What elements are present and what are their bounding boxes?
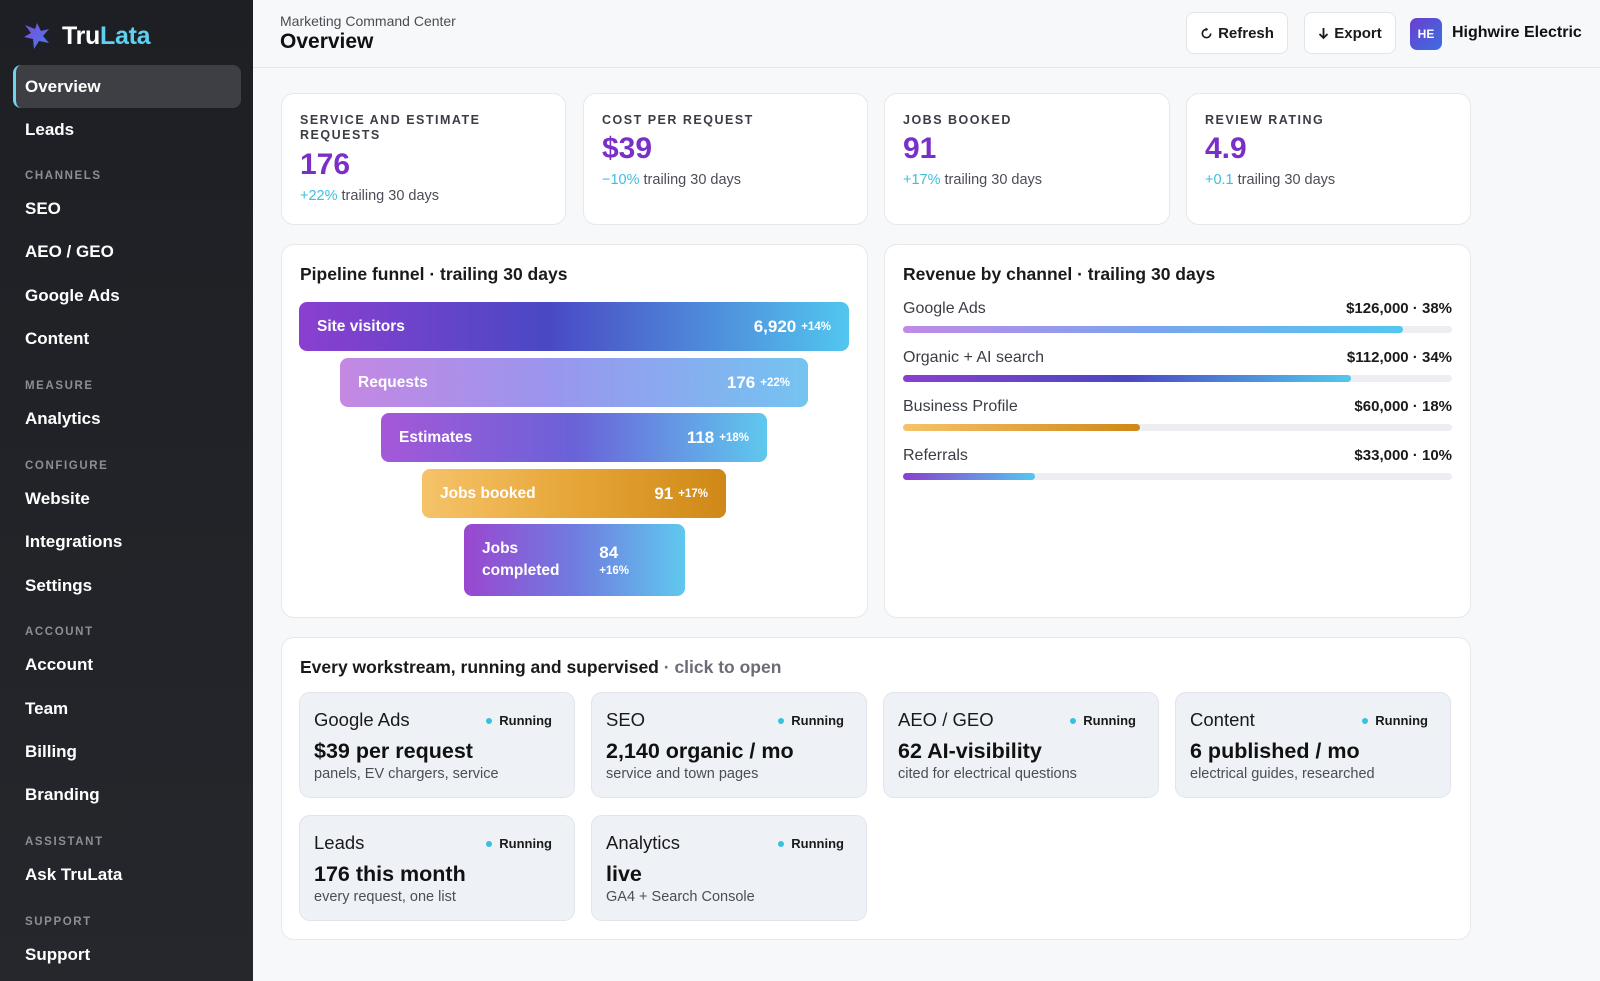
status-badge: Running (1362, 713, 1428, 728)
refresh-button[interactable]: Refresh (1186, 12, 1288, 54)
sidebar-item-leads[interactable]: Leads (13, 108, 241, 151)
workstream-tile-aeo-geo[interactable]: AEO / GEO Running 62 AI-visibility cited… (883, 692, 1159, 798)
status-dot-icon (778, 840, 785, 847)
status-badge: Running (1070, 713, 1136, 728)
kpi-value: 176 (300, 148, 351, 181)
sidebar-item-website[interactable]: Website (13, 477, 241, 520)
sidebar-section-configure: CONFIGURE (25, 460, 109, 472)
kpi-card-jobs-booked: JOBS BOOKED 91 +17% trailing 30 days (884, 93, 1170, 225)
status-badge: Running (778, 836, 844, 851)
kpi-value: 4.9 (1205, 132, 1247, 165)
pipeline-funnel-card: Pipeline funnel · trailing 30 days Site … (281, 244, 868, 618)
funnel-title: Pipeline funnel · trailing 30 days (300, 264, 568, 284)
funnel-stage-requests[interactable]: Requests 176 +22% (340, 358, 808, 407)
export-button[interactable]: Export (1304, 12, 1396, 54)
org-name[interactable]: Highwire Electric (1452, 24, 1582, 42)
revenue-bar (903, 326, 1403, 333)
sidebar-item-overview[interactable]: Overview (13, 65, 241, 108)
breadcrumb: Marketing Command Center (280, 13, 456, 29)
arrow-down-icon (1319, 27, 1329, 39)
sidebar-item-branding[interactable]: Branding (13, 773, 241, 816)
kpi-subtext: −10% trailing 30 days (602, 172, 742, 188)
sidebar-section-account: ACCOUNT (25, 626, 94, 638)
refresh-icon (1201, 26, 1212, 38)
status-badge: Running (778, 713, 844, 728)
sidebar-item-google-ads[interactable]: Google Ads (13, 274, 241, 317)
kpi-value: 91 (903, 132, 937, 165)
page-title: Overview (280, 30, 374, 53)
kpi-card-requests: SERVICE AND ESTIMATE REQUESTS 176 +22% t… (281, 93, 566, 225)
workstream-tile-google-ads[interactable]: Google Ads Running $39 per request panel… (299, 692, 575, 798)
kpi-subtext: +0.1 trailing 30 days (1205, 172, 1336, 188)
workstreams-title: Every workstream, running and supervised… (300, 657, 782, 677)
sidebar: TruLata Overview Leads CHANNELS SEO AEO … (0, 0, 253, 981)
org-avatar[interactable]: HE (1410, 18, 1442, 50)
sidebar-item-ask-trulata[interactable]: Ask TruLata (13, 853, 241, 896)
sidebar-item-content[interactable]: Content (13, 317, 241, 360)
top-header: Marketing Command Center Overview Refres… (253, 0, 1600, 68)
kpi-label: SERVICE AND ESTIMATE REQUESTS (300, 113, 481, 142)
sidebar-section-support: SUPPORT (25, 916, 92, 928)
workstream-tile-leads[interactable]: Leads Running 176 this month every reque… (299, 815, 575, 921)
workstreams-card: Every workstream, running and supervised… (281, 637, 1471, 940)
sidebar-item-seo[interactable]: SEO (13, 187, 241, 230)
sidebar-item-analytics[interactable]: Analytics (13, 397, 241, 440)
status-dot-icon (778, 717, 785, 724)
revenue-bar (903, 424, 1141, 431)
refresh-button-label: Refresh (1218, 24, 1274, 42)
sidebar-item-billing[interactable]: Billing (13, 730, 241, 773)
revenue-row-business-profile: Business Profile $60,000 · 18% (903, 398, 1452, 438)
status-badge: Running (486, 836, 552, 851)
funnel-stage-jobs-booked[interactable]: Jobs booked 91 +17% (422, 469, 726, 518)
kpi-subtext: +22% trailing 30 days (300, 188, 440, 204)
workstream-tile-seo[interactable]: SEO Running 2,140 organic / mo service a… (591, 692, 867, 798)
kpi-subtext: +17% trailing 30 days (903, 172, 1043, 188)
revenue-bar (903, 473, 1035, 480)
status-dot-icon (486, 840, 493, 847)
sidebar-item-team[interactable]: Team (13, 687, 241, 730)
revenue-bar (903, 375, 1351, 382)
sidebar-item-integrations[interactable]: Integrations (13, 520, 241, 563)
sidebar-item-aeo-geo[interactable]: AEO / GEO (13, 230, 241, 273)
status-dot-icon (1070, 717, 1077, 724)
click-to-open-hint: · click to open (663, 657, 782, 677)
trulata-logo-icon (24, 23, 49, 49)
sidebar-item-account[interactable]: Account (13, 643, 241, 686)
workstream-tile-content[interactable]: Content Running 6 published / mo electri… (1175, 692, 1451, 798)
kpi-card-review-rating: REVIEW RATING 4.9 +0.1 trailing 30 days (1186, 93, 1471, 225)
sidebar-item-settings[interactable]: Settings (13, 564, 241, 607)
status-dot-icon (1362, 717, 1369, 724)
brand-name: TruLata (62, 21, 151, 50)
status-badge: Running (486, 713, 552, 728)
revenue-row-referrals: Referrals $33,000 · 10% (903, 447, 1452, 487)
brand[interactable]: TruLata (0, 14, 253, 58)
export-button-label: Export (1334, 24, 1382, 42)
revenue-by-channel-card: Revenue by channel · trailing 30 days Go… (884, 244, 1471, 618)
sidebar-section-measure: MEASURE (25, 380, 94, 392)
kpi-label: JOBS BOOKED (903, 113, 1012, 127)
status-dot-icon (486, 717, 493, 724)
funnel-stage-estimates[interactable]: Estimates 118 +18% (381, 413, 767, 462)
kpi-label: REVIEW RATING (1205, 113, 1325, 127)
funnel-stage-jobs-completed[interactable]: Jobs completed 84 +16% (464, 524, 685, 596)
kpi-value: $39 (602, 132, 653, 165)
workstream-tile-analytics[interactable]: Analytics Running live GA4 + Search Cons… (591, 815, 867, 921)
revenue-row-organic-ai-search: Organic + AI search $112,000 · 34% (903, 349, 1452, 389)
sidebar-section-channels: CHANNELS (25, 170, 102, 182)
revenue-title: Revenue by channel · trailing 30 days (903, 264, 1216, 284)
funnel-stage-site-visitors[interactable]: Site visitors 6,920 +14% (299, 302, 849, 351)
kpi-label: COST PER REQUEST (602, 113, 754, 127)
sidebar-section-assistant: ASSISTANT (25, 836, 104, 848)
sidebar-item-support[interactable]: Support (13, 933, 241, 976)
kpi-card-cost-per-request: COST PER REQUEST $39 −10% trailing 30 da… (583, 93, 868, 225)
revenue-row-google-ads: Google Ads $126,000 · 38% (903, 300, 1452, 340)
